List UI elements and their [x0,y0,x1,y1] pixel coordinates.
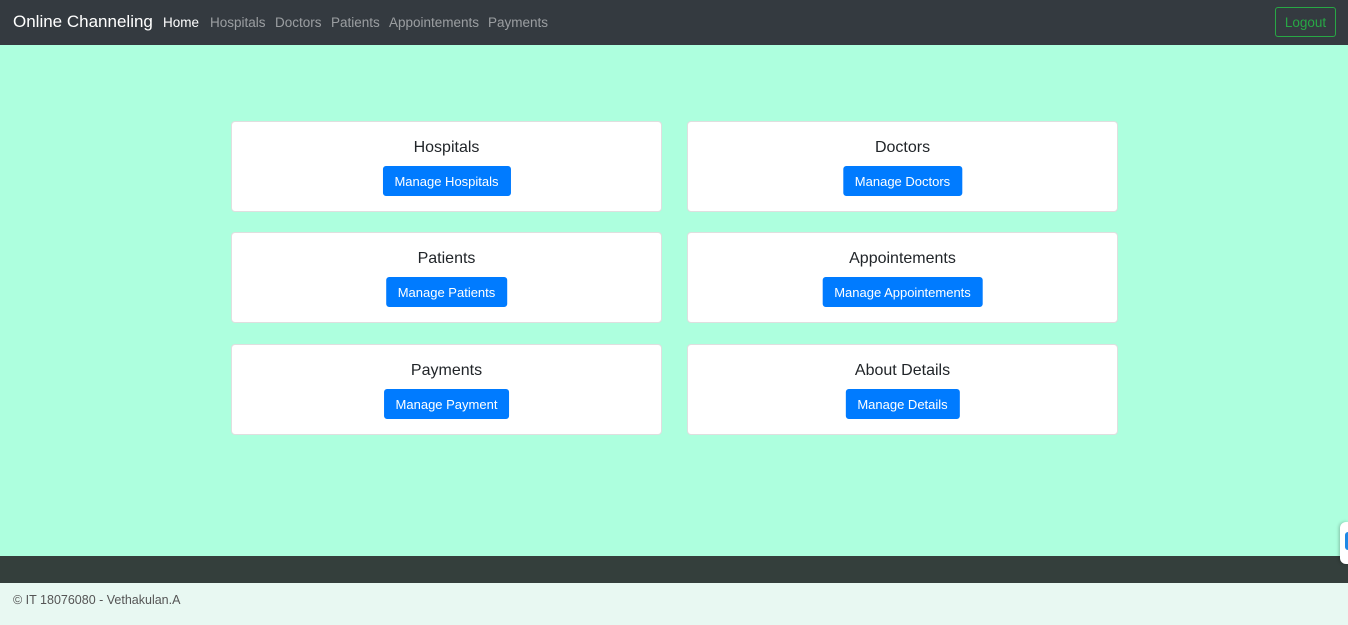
brand-link[interactable]: Online Channeling [13,12,153,32]
footer-band [0,556,1348,583]
nav-link-doctors[interactable]: Doctors [275,15,322,30]
nav-link-appointements[interactable]: Appointements [389,15,479,30]
nav-link-hospitals[interactable]: Hospitals [210,15,266,30]
about-details-card: About Details Manage Details [687,344,1118,435]
payments-card: Payments Manage Payment [231,344,662,435]
manage-payment-button[interactable]: Manage Payment [383,389,510,419]
card-title-patients: Patients [417,250,476,267]
nav-link-patients[interactable]: Patients [331,15,380,30]
manage-doctors-button[interactable]: Manage Doctors [842,166,963,196]
footer-copyright: © IT 18076080 - Vethakulan.A [13,593,181,607]
page-footer: © IT 18076080 - Vethakulan.A [0,583,1348,625]
manage-details-button[interactable]: Manage Details [845,389,960,419]
manage-appointements-button[interactable]: Manage Appointements [822,277,983,307]
card-title-about-details: About Details [854,362,951,379]
main-content: Hospitals Manage Hospitals Doctors Manag… [0,45,1348,556]
card-title-hospitals: Hospitals [413,139,480,156]
side-widget-tab[interactable] [1340,522,1348,564]
card-title-payments: Payments [410,362,483,379]
nav-link-payments[interactable]: Payments [488,15,548,30]
manage-hospitals-button[interactable]: Manage Hospitals [382,166,511,196]
hospitals-card: Hospitals Manage Hospitals [231,121,662,212]
doctors-card: Doctors Manage Doctors [687,121,1118,212]
logout-button[interactable]: Logout [1275,7,1336,37]
nav-link-home[interactable]: Home [163,15,199,30]
manage-patients-button[interactable]: Manage Patients [385,277,508,307]
appointements-card: Appointements Manage Appointements [687,232,1118,323]
top-navbar: Online Channeling Home Hospitals Doctors… [0,0,1348,45]
card-title-appointements: Appointements [849,250,956,267]
card-title-doctors: Doctors [874,139,931,156]
patients-card: Patients Manage Patients [231,232,662,323]
